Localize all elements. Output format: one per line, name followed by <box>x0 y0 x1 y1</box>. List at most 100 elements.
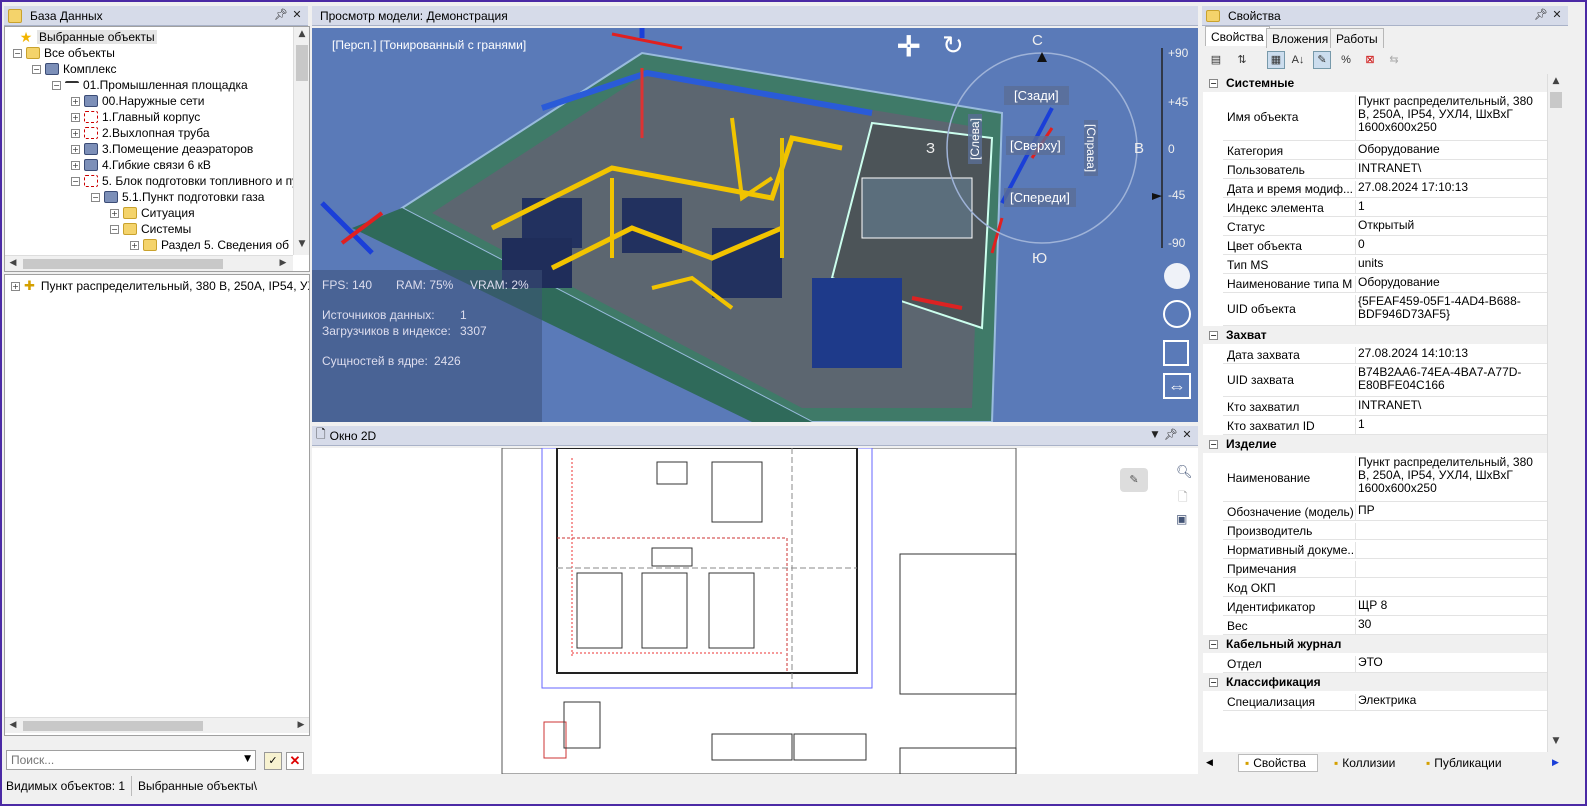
category-3[interactable]: − Изделие <box>1203 435 1547 453</box>
tree-item-outer-networks[interactable]: +00.Наружные сети <box>71 93 204 109</box>
property-value[interactable]: Электрика <box>1355 694 1547 710</box>
scroll-up-icon[interactable]: ▲ <box>1548 76 1564 86</box>
expand-icon[interactable]: + <box>71 96 80 106</box>
property-value[interactable]: ЩР 8 <box>1355 599 1547 615</box>
property-row[interactable]: Наименование Пункт распределительный, 380… <box>1223 454 1547 502</box>
scroll-right-icon[interactable]: ▶ <box>293 720 309 730</box>
tree-item-gas-point[interactable]: −5.1.Пункт подготовки газа <box>91 189 264 205</box>
tree-item-section5[interactable]: + Раздел 5. Сведения об и <box>130 237 299 253</box>
property-row[interactable]: Пользователь INTRANET\ <box>1223 160 1547 179</box>
property-value[interactable]: 27.08.2024 17:10:13 <box>1355 181 1547 197</box>
property-row[interactable]: Специализация Электрика <box>1223 692 1547 711</box>
view-front-button[interactable]: [Спереди] <box>1004 188 1076 207</box>
chevron-down-icon[interactable]: ▼ <box>1148 428 1162 442</box>
expand-icon[interactable]: + <box>110 208 119 218</box>
object-props-icon[interactable]: ▤ <box>1207 51 1225 69</box>
tree-item-situation[interactable]: + Ситуация <box>110 205 195 221</box>
object-tree[interactable]: ★ Выбранные объекты − Все объекты − Комплек… <box>4 26 310 272</box>
sketch-tool-icon[interactable]: ✎ <box>1120 468 1148 492</box>
collapse-icon[interactable]: − <box>91 192 100 202</box>
category-5[interactable]: − Классификация <box>1203 673 1547 691</box>
sort-icon[interactable]: ⇅ <box>1233 51 1251 69</box>
property-row[interactable]: Наименование типа MS Оборудование <box>1223 274 1547 293</box>
property-value[interactable]: ЭТО <box>1355 656 1547 672</box>
property-row[interactable]: Дата и время модиф... 27.08.2024 17:10:13 <box>1223 179 1547 198</box>
property-value[interactable]: INTRANET\ <box>1355 162 1547 178</box>
bottom-tab-properties[interactable]: ▪ Свойства <box>1238 754 1318 772</box>
scroll-left-icon[interactable]: ◀ <box>5 720 21 730</box>
close-icon[interactable]: ✕ <box>1550 8 1564 22</box>
collapse-icon[interactable]: − <box>1209 78 1218 88</box>
close-icon[interactable]: ✕ <box>290 8 304 22</box>
tree-vertical-scrollbar[interactable]: ▲ ▼ <box>293 27 309 255</box>
page-icon[interactable]: 🗋︎ <box>1178 488 1188 509</box>
model-viewport[interactable]: [Персп.] [Тонированный с гранями] ✛ ↻ С … <box>312 28 1198 422</box>
section-box-icon[interactable] <box>1164 340 1190 366</box>
percent-icon[interactable]: % <box>1337 51 1355 69</box>
globe-icon[interactable] <box>1164 301 1190 327</box>
tree-item-favorites[interactable]: ★ Выбранные объекты <box>19 29 157 45</box>
view-mode-label[interactable]: [Персп.] [Тонированный с гранями] <box>332 38 526 52</box>
scroll-thumb[interactable] <box>23 259 223 269</box>
bottom-tab-collisions[interactable]: ▪ Коллизии <box>1328 754 1414 772</box>
property-value[interactable]: {5FEAF459-05F1-4AD4-B688-BDF946D73AF5} <box>1355 295 1547 325</box>
property-row[interactable]: UID захвата B74B2AA6-74EA-4BA7-A77D-E80BF… <box>1223 364 1547 397</box>
scroll-down-icon[interactable]: ▼ <box>294 239 309 249</box>
property-value[interactable]: Открытый <box>1355 219 1547 235</box>
collapse-icon[interactable]: − <box>1209 330 1218 340</box>
delete-row-icon[interactable]: ⊠ <box>1361 51 1379 69</box>
fit-view-icon[interactable]: ⇔ <box>1164 374 1190 400</box>
view-left-button[interactable]: [Слева] <box>968 114 982 164</box>
property-row[interactable]: UID объекта {5FEAF459-05F1-4AD4-B688-BDF9… <box>1223 293 1547 326</box>
view-right-button[interactable]: [Справа] <box>1084 120 1098 177</box>
selection-list[interactable]: + ✚ Пункт распределительный, 380 В, 250А, … <box>4 274 310 736</box>
search-box[interactable]: ▼ <box>6 750 256 770</box>
property-value[interactable]: units <box>1355 257 1547 273</box>
chevron-down-icon[interactable]: ▼ <box>244 754 251 764</box>
category-2[interactable]: − Захват <box>1203 326 1547 344</box>
scroll-down-icon[interactable]: ▼ <box>1548 736 1564 746</box>
expand-icon[interactable]: + <box>11 281 20 291</box>
property-row[interactable]: Цвет объекта 0 <box>1223 236 1547 255</box>
tab-works[interactable]: Работы <box>1330 28 1384 48</box>
property-value[interactable]: B74B2AA6-74EA-4BA7-A77D-E80BFE04C166 <box>1355 366 1547 396</box>
property-value[interactable]: Пункт распределительный, 380 В, 250А, IP… <box>1355 456 1547 501</box>
pin-icon[interactable]: 📌︎ <box>1164 428 1178 442</box>
pin-icon[interactable]: 📌︎ <box>1534 8 1548 22</box>
move-icon[interactable]: ✛ <box>897 30 920 63</box>
property-row[interactable]: Обозначение (модель) ПР <box>1223 502 1547 521</box>
property-value[interactable]: ПР <box>1355 504 1547 520</box>
property-value[interactable]: Пункт распределительный, 380 В, 250А, IP… <box>1355 95 1547 140</box>
edit-icon[interactable]: ✎ <box>1313 51 1331 69</box>
zoom-in-icon[interactable]: 🔍︎ <box>1176 464 1193 480</box>
collapse-icon[interactable]: − <box>71 176 80 186</box>
tree-horizontal-scrollbar[interactable]: ◀ ▶ <box>5 255 293 271</box>
list-horizontal-scrollbar[interactable]: ◀ ▶ <box>5 717 309 733</box>
bottom-tab-nav-right[interactable]: ▶ <box>1552 754 1568 772</box>
tree-item-fuel-block[interactable]: −5. Блок подготовки топливного и пу <box>71 173 298 189</box>
property-row[interactable]: Код ОКП <box>1223 578 1547 597</box>
property-row[interactable]: Кто захватил INTRANET\ <box>1223 397 1547 416</box>
property-value[interactable]: Оборудование <box>1355 143 1547 159</box>
expand-icon[interactable]: + <box>71 112 80 122</box>
bottom-tab-nav-left[interactable]: ◀ <box>1206 754 1222 772</box>
property-row[interactable]: Статус Открытый <box>1223 217 1547 236</box>
tree-item-deaerators[interactable]: +3.Помещение деаэраторов <box>71 141 253 157</box>
property-value[interactable]: 1 <box>1355 200 1547 216</box>
property-row[interactable]: Имя объекта Пункт распределительный, 380 … <box>1223 93 1547 141</box>
properties-scrollbar[interactable]: ▲ ▼ <box>1547 74 1563 752</box>
tree-item-systems[interactable]: − Системы <box>110 221 191 237</box>
search-input[interactable] <box>7 751 235 769</box>
property-row[interactable]: Вес 30 <box>1223 616 1547 635</box>
category-1[interactable]: − Системные <box>1203 74 1547 92</box>
pin-icon[interactable]: 📌︎ <box>274 8 288 22</box>
location-pin-icon[interactable] <box>1164 263 1190 289</box>
alphabetical-icon[interactable]: A↓ <box>1289 51 1307 69</box>
tab-attachments[interactable]: Вложения <box>1266 28 1335 48</box>
tree-item-flex-links[interactable]: +4.Гибкие связи 6 кВ <box>71 157 211 173</box>
property-value[interactable] <box>1355 542 1547 558</box>
scroll-thumb[interactable] <box>296 45 308 81</box>
collapse-icon[interactable]: − <box>52 80 61 90</box>
category-4[interactable]: − Кабельный журнал <box>1203 635 1547 653</box>
collapse-icon[interactable]: − <box>1209 439 1218 449</box>
